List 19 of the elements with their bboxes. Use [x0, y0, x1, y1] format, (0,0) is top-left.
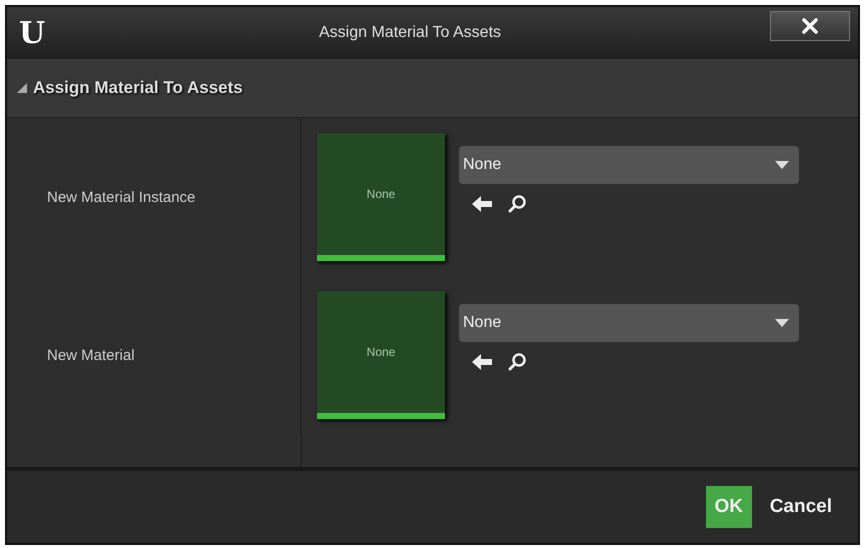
asset-dropdown[interactable]: None [459, 304, 799, 342]
dropdown-arrow-icon [775, 161, 789, 169]
window-title: Assign Material To Assets [318, 24, 502, 42]
close-button[interactable] [770, 11, 850, 41]
material-thumbnail[interactable]: None [317, 133, 445, 261]
close-icon [802, 18, 818, 34]
property-label: New Material Instance [47, 188, 196, 206]
dropdown-arrow-icon [775, 319, 789, 327]
material-thumbnail[interactable]: None [317, 291, 445, 419]
search-icon[interactable] [507, 194, 527, 214]
section-title: Assign Material To Assets [33, 78, 243, 98]
cancel-button[interactable]: Cancel [760, 486, 842, 528]
section-header[interactable]: Assign Material To Assets [7, 59, 858, 118]
left-arrow-icon[interactable] [471, 194, 493, 214]
search-icon[interactable] [507, 352, 527, 372]
asset-dropdown[interactable]: None [459, 146, 799, 184]
property-label: New Material [47, 346, 135, 364]
left-arrow-icon[interactable] [471, 352, 493, 372]
logo-text: U [18, 16, 46, 50]
